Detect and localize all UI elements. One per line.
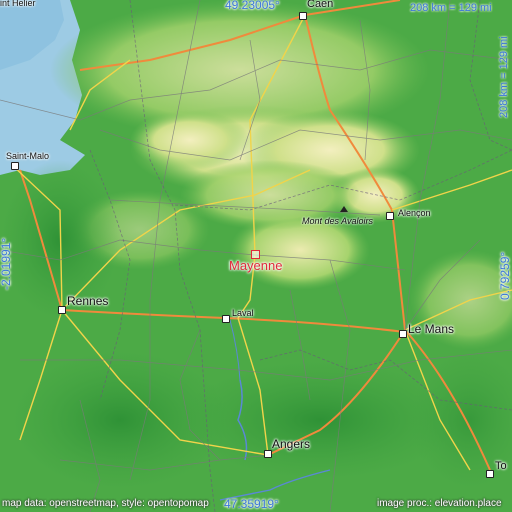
city-marker-tours[interactable] — [486, 470, 494, 478]
city-label-tours[interactable]: To — [495, 460, 507, 472]
city-marker-le-mans[interactable] — [399, 330, 407, 338]
peak-marker-icon — [340, 206, 348, 212]
target-city-label[interactable]: Mayenne — [229, 258, 282, 273]
city-label-caen[interactable]: Caen — [307, 0, 333, 10]
scale-vertical: 208 km = 129 mi — [498, 36, 510, 118]
coord-south: 47.35919° — [224, 497, 279, 511]
coord-north: 49.23005° — [225, 0, 280, 12]
coord-east: 0.79259° — [498, 251, 512, 300]
peak-label: Mont des Avaloirs — [302, 216, 374, 226]
city-marker-caen[interactable] — [299, 12, 307, 20]
city-label-saint-helier[interactable]: int Helier — [0, 0, 36, 8]
city-marker-angers[interactable] — [264, 450, 272, 458]
credit-map-data: map data: openstreetmap, style: opentopo… — [2, 498, 209, 509]
city-marker-saint-malo[interactable] — [11, 162, 19, 170]
city-marker-rennes[interactable] — [58, 306, 66, 314]
city-label-rennes[interactable]: Rennes — [67, 294, 108, 308]
scale-horizontal: 208 km = 129 mi — [410, 2, 492, 14]
city-marker-laval[interactable] — [222, 315, 230, 323]
city-marker-alencon[interactable] — [386, 212, 394, 220]
map-canvas[interactable]: Caen Saint-Malo Rennes Laval Le Mans Ang… — [0, 0, 512, 512]
city-label-laval[interactable]: Laval — [232, 308, 254, 318]
city-label-angers[interactable]: Angers — [272, 437, 310, 451]
credit-image-proc: image proc.: elevation.place — [377, 498, 502, 509]
city-label-le-mans[interactable]: Le Mans — [408, 322, 454, 336]
coord-west: -2.01991° — [0, 237, 13, 290]
city-label-alencon[interactable]: Alençon — [398, 208, 431, 218]
city-label-saint-malo[interactable]: Saint-Malo — [6, 151, 49, 161]
